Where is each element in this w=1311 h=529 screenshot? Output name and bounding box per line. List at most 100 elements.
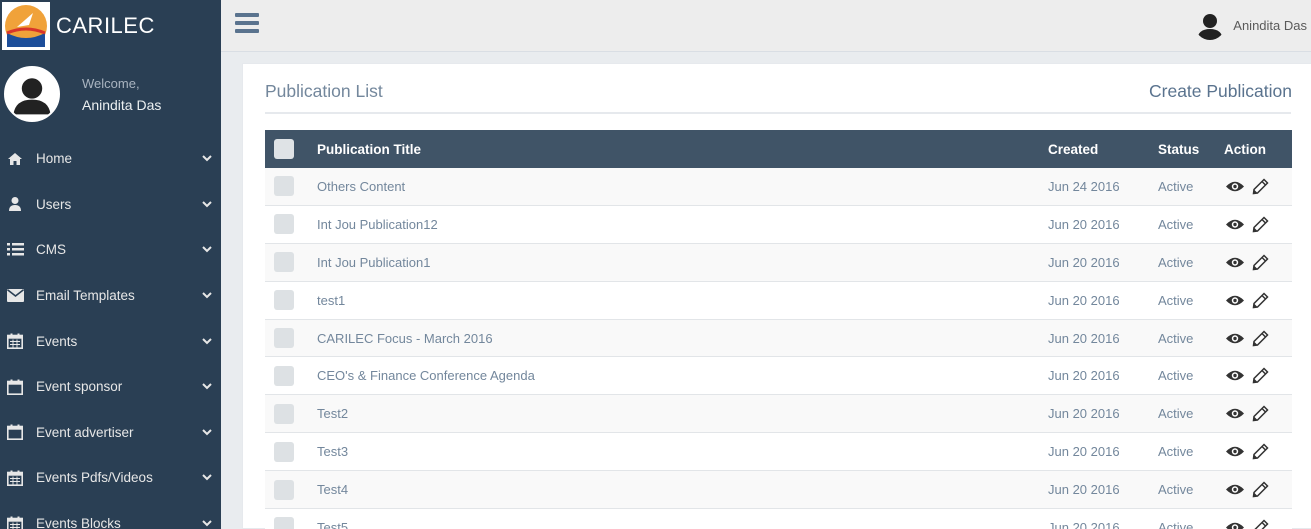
select-all-checkbox[interactable]	[274, 139, 294, 159]
publication-status: Active	[1158, 254, 1194, 270]
profile-name: Anindita Das	[82, 96, 162, 113]
chevron-down-icon	[193, 337, 221, 345]
eye-icon[interactable]	[1224, 404, 1246, 424]
publication-title: Test2	[317, 406, 349, 422]
publication-created: Jun 20 2016	[1048, 216, 1120, 232]
pencil-icon[interactable]	[1249, 252, 1271, 272]
pencil-icon[interactable]	[1249, 328, 1271, 348]
eye-icon[interactable]	[1224, 328, 1246, 348]
envelope-icon	[6, 287, 24, 305]
eye-icon[interactable]	[1224, 517, 1246, 529]
sidebar-item-email-templates[interactable]: Email Templates	[0, 273, 221, 319]
pencil-icon[interactable]	[1249, 290, 1271, 310]
calendar-icon	[6, 469, 24, 487]
sidebar-item-users[interactable]: Users	[0, 182, 221, 228]
table-row: Int Jou Publication1 Jun 20 2016 Active	[265, 243, 1292, 282]
welcome-text: Welcome,	[82, 75, 140, 91]
user-avatar	[1195, 10, 1225, 40]
chevron-down-icon	[193, 292, 221, 299]
user-name: Anindita Das	[1233, 17, 1307, 33]
eye-icon[interactable]	[1224, 366, 1246, 386]
publication-created: Jun 20 2016	[1048, 482, 1120, 498]
sidebar-item-home[interactable]: Home	[0, 136, 221, 182]
page-title: Publication List	[265, 81, 383, 101]
pencil-icon[interactable]	[1249, 480, 1271, 500]
publication-created: Jun 20 2016	[1048, 519, 1120, 529]
brand[interactable]: CARILEC	[0, 0, 221, 52]
table-row: CARILEC Focus - March 2016 Jun 20 2016 A…	[265, 319, 1292, 358]
eye-icon[interactable]	[1224, 290, 1246, 310]
eye-icon[interactable]	[1224, 214, 1246, 234]
pencil-icon[interactable]	[1249, 176, 1271, 196]
row-checkbox[interactable]	[274, 252, 294, 273]
sidebar-item-label: Home	[36, 151, 73, 167]
chevron-down-icon	[193, 201, 221, 208]
column-header-status[interactable]: Status	[1158, 142, 1224, 157]
publication-status: Active	[1158, 444, 1194, 460]
list-icon	[6, 241, 24, 259]
publication-created: Jun 20 2016	[1048, 406, 1120, 422]
table-header: Publication Title Created Status Action	[265, 130, 1292, 168]
row-checkbox[interactable]	[274, 479, 294, 500]
sidebar-item-label: Event advertiser	[36, 424, 134, 440]
panel-header: Publication List Create Publication	[265, 64, 1292, 114]
sidebar-item-label: Events Blocks	[36, 516, 121, 529]
user-menu[interactable]: Anindita Das	[1195, 10, 1307, 40]
sidebar-item-events-blocks[interactable]: Events Blocks	[0, 501, 221, 529]
sidebar-item-label: CMS	[36, 242, 66, 258]
publication-table: Publication Title Created Status Action …	[265, 130, 1292, 529]
carilec-logo	[2, 2, 50, 50]
sidebar-item-label: Events	[36, 333, 78, 349]
pencil-icon[interactable]	[1249, 442, 1271, 462]
chevron-down-icon	[193, 520, 221, 527]
calendar-icon	[6, 332, 24, 350]
row-checkbox[interactable]	[274, 214, 294, 235]
sidebar-item-cms[interactable]: CMS	[0, 227, 221, 273]
eye-icon[interactable]	[1224, 442, 1246, 462]
sidebar-item-event-sponsor[interactable]: Event sponsor	[0, 364, 221, 410]
publication-title: CEO's & Finance Conference Agenda	[317, 368, 535, 384]
pencil-icon[interactable]	[1249, 214, 1271, 234]
sidebar-item-label: Email Templates	[36, 288, 135, 304]
pencil-icon[interactable]	[1249, 366, 1271, 386]
row-checkbox[interactable]	[274, 290, 294, 311]
sidebar-item-event-advertiser[interactable]: Event advertiser	[0, 410, 221, 456]
sidebar-item-events-pdfs-videos[interactable]: Events Pdfs/Videos	[0, 455, 221, 501]
sidebar-item-label: Users	[36, 196, 72, 212]
sidebar: CARILEC Welcome, Anindita Das Home Users…	[0, 0, 221, 529]
pencil-icon[interactable]	[1249, 517, 1271, 529]
publication-created: Jun 20 2016	[1048, 330, 1120, 346]
top-navbar: Anindita Das	[221, 0, 1311, 52]
eye-icon[interactable]	[1224, 480, 1246, 500]
publication-created: Jun 20 2016	[1048, 368, 1120, 384]
row-checkbox[interactable]	[274, 365, 294, 386]
sidebar-item-events[interactable]: Events	[0, 318, 221, 364]
publication-title: CARILEC Focus - March 2016	[317, 330, 493, 346]
column-header-created[interactable]: Created	[1048, 142, 1158, 157]
chevron-down-icon	[193, 474, 221, 481]
sidebar-item-label: Event sponsor	[36, 379, 123, 395]
eye-icon[interactable]	[1224, 176, 1246, 196]
chevron-down-icon	[193, 383, 221, 390]
home-icon	[6, 150, 24, 168]
publication-status: Active	[1158, 368, 1194, 384]
column-header-action: Action	[1224, 141, 1266, 157]
row-checkbox[interactable]	[274, 517, 294, 529]
sidebar-menu: Home Users CMS Email Templates Events Ev…	[0, 136, 221, 529]
row-checkbox[interactable]	[274, 441, 294, 462]
publication-status: Active	[1158, 216, 1194, 232]
pencil-icon[interactable]	[1249, 404, 1271, 424]
row-checkbox[interactable]	[274, 403, 294, 424]
table-row: Test2 Jun 20 2016 Active	[265, 395, 1292, 434]
avatar	[4, 66, 60, 122]
sidebar-item-label: Events Pdfs/Videos	[36, 470, 153, 486]
create-publication-link[interactable]: Create Publication	[1149, 81, 1292, 102]
content-panel: Publication List Create Publication Publ…	[242, 63, 1311, 529]
sidebar-profile: Welcome, Anindita Das	[0, 52, 221, 136]
column-header-title[interactable]: Publication Title	[317, 142, 1048, 157]
row-checkbox[interactable]	[274, 176, 294, 197]
eye-icon[interactable]	[1224, 252, 1246, 272]
row-checkbox[interactable]	[274, 328, 294, 348]
publication-status: Active	[1158, 178, 1194, 194]
menu-toggle-icon[interactable]	[235, 13, 259, 35]
